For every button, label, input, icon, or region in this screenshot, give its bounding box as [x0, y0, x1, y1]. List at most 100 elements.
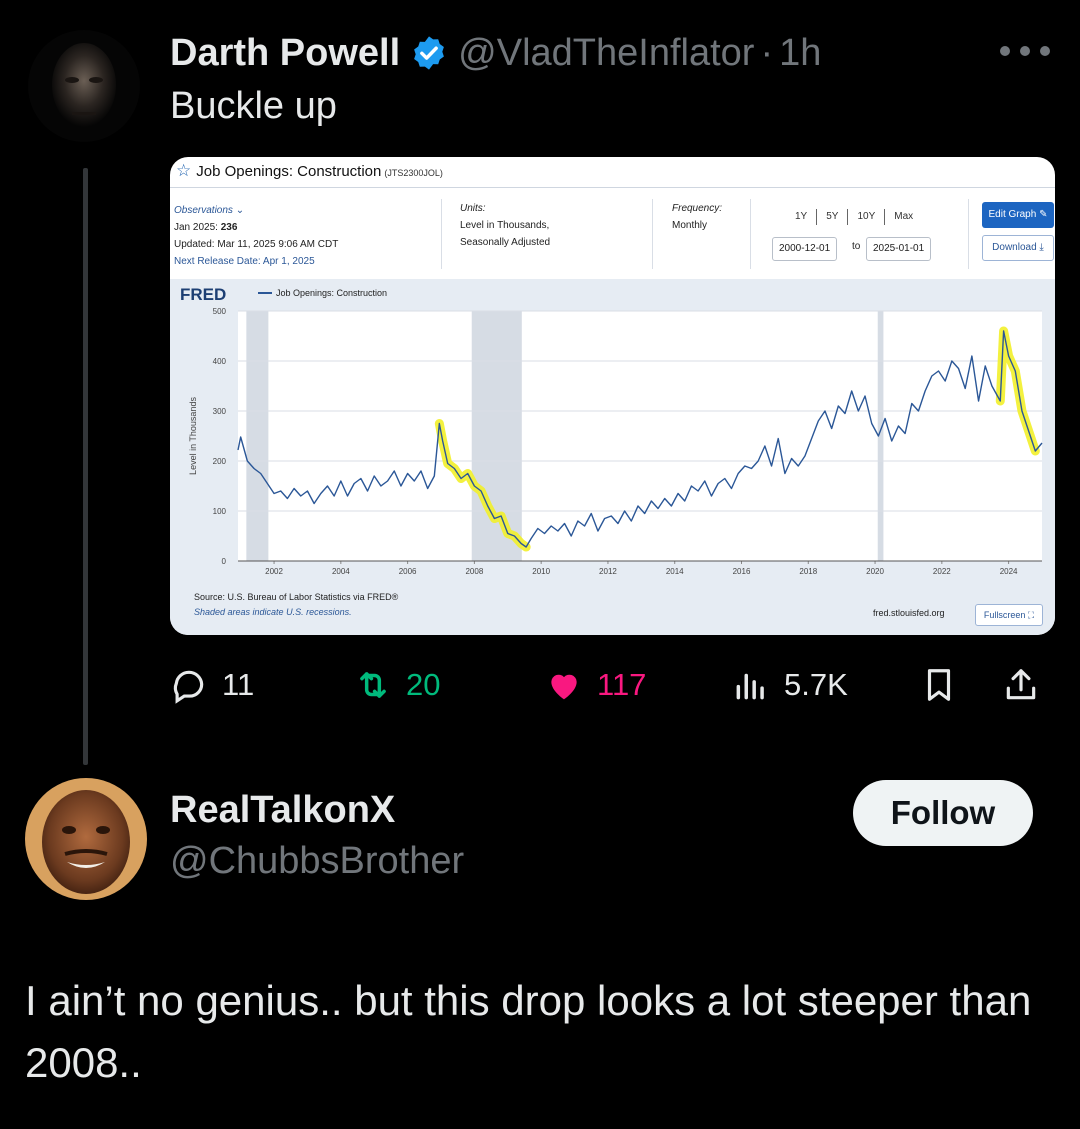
download-icon: ⤓ [1039, 242, 1044, 253]
tweet-text: Buckle up [170, 85, 337, 127]
x-tick-label: 2002 [265, 567, 283, 576]
tweet-header: Darth Powell @VladTheInflator · 1h [170, 28, 821, 78]
units-label: Units: [460, 203, 486, 214]
download-button[interactable]: Download ⤓ [982, 235, 1054, 261]
legend-swatch [258, 292, 272, 294]
x-tick-label: 2022 [933, 567, 951, 576]
fred-frequency: Frequency: Monthly [672, 200, 722, 234]
x-tick-label: 2004 [332, 567, 350, 576]
avatar-realtalkonx[interactable] [25, 778, 147, 900]
like-button[interactable]: 117 [545, 660, 646, 710]
y-tick-label: 0 [222, 557, 227, 566]
fred-series-code: (JTS2300JOL) [384, 168, 443, 178]
range-max[interactable]: Max [885, 209, 922, 225]
range-1y[interactable]: 1Y [786, 209, 818, 225]
updated-text: Updated: Mar 11, 2025 9:06 AM CDT [174, 239, 339, 250]
tweet-actions: 11 20 117 5.7K [170, 660, 1050, 710]
reply-author-name[interactable]: RealTalkonX [170, 789, 395, 832]
x-tick-label: 2010 [532, 567, 550, 576]
date-from-input[interactable]: 2000-12-01 [772, 237, 838, 261]
next-release: Next Release Date: Apr 1, 2025 [174, 256, 315, 267]
chevron-down-icon: ⌄ [232, 205, 245, 216]
range-10y[interactable]: 10Y [848, 209, 886, 225]
edit-graph-button[interactable]: Edit Graph ✎ [982, 202, 1054, 228]
meta-divider [441, 199, 442, 269]
reply-text: I ain’t no genius.. but this drop looks … [25, 977, 1032, 1086]
avatar-image [25, 778, 147, 900]
tweet-time[interactable]: 1h [779, 32, 821, 75]
x-tick-label: 2012 [599, 567, 617, 576]
follow-button[interactable]: Follow [853, 780, 1033, 846]
x-tick-label: 2014 [666, 567, 684, 576]
title-divider [170, 187, 1055, 188]
y-tick-label: 200 [213, 457, 227, 466]
line-chart: 0 100 200 300 400 500 2002 2004 2006 2008 2010 2012… [188, 307, 1043, 576]
thread-line [83, 168, 88, 765]
meta-divider [750, 199, 751, 269]
bookmark-button[interactable] [920, 660, 958, 710]
plot-area [238, 311, 1042, 561]
views-count: 5.7K [784, 667, 848, 702]
y-tick-label: 400 [213, 357, 227, 366]
fullscreen-button[interactable]: Fullscreen ⛶ [975, 604, 1043, 626]
edit-icon: ✎ [1039, 209, 1048, 220]
like-icon [551, 674, 577, 700]
views-icon [736, 673, 764, 700]
avatar-darth-powell[interactable] [28, 30, 140, 142]
obs-value: 236 [220, 222, 238, 233]
y-tick-label: 100 [213, 507, 227, 516]
meta-divider [652, 199, 653, 269]
fred-title: ☆ Job Openings: Construction (JTS2300JOL… [176, 161, 443, 181]
verified-badge-icon [414, 36, 445, 70]
share-icon [1006, 669, 1036, 700]
repost-count: 20 [406, 667, 441, 702]
recession-band [246, 311, 269, 561]
fred-title-text: Job Openings: Construction [196, 163, 382, 180]
fred-observations: Observations ⌄ Jan 2025: 236 Updated: Ma… [174, 202, 338, 270]
fred-site: fred.stlouisfed.org [873, 608, 945, 618]
share-button[interactable] [1002, 660, 1040, 710]
chart-source: Source: U.S. Bureau of Labor Statistics … [194, 590, 398, 620]
fullscreen-icon: ⛶ [1027, 610, 1035, 620]
author-handle[interactable]: @VladTheInflator [458, 32, 754, 75]
like-count: 117 [597, 667, 647, 702]
avatar-image [28, 30, 140, 142]
frequency-value: Monthly [672, 220, 708, 231]
y-axis-label: Level in Thousands [188, 397, 198, 475]
reply-author-handle[interactable]: @ChubbsBrother [170, 840, 464, 883]
more-icon[interactable] [1000, 38, 1050, 64]
fullscreen-label: Fullscreen [983, 610, 1026, 620]
fred-chart-image[interactable]: ☆ Job Openings: Construction (JTS2300JOL… [170, 157, 1055, 635]
views-button[interactable]: 5.7K [732, 660, 848, 710]
repost-button[interactable]: 20 [354, 660, 440, 710]
units-line1: Level in Thousands, [460, 220, 550, 231]
units-line2: Seasonally Adjusted [460, 237, 551, 248]
frequency-label: Frequency: [672, 203, 723, 214]
x-tick-label: 2020 [866, 567, 884, 576]
reply-count: 11 [222, 667, 255, 702]
bookmark-icon [927, 669, 951, 701]
meta-divider [968, 199, 969, 269]
separator-dot: · [760, 31, 774, 74]
reply-icon [173, 670, 204, 704]
y-tick-label: 300 [213, 407, 227, 416]
reply-button[interactable]: 11 [170, 660, 254, 710]
repost-icon [360, 672, 386, 698]
x-tick-label: 2006 [399, 567, 417, 576]
x-tick-label: 2008 [465, 567, 483, 576]
x-tick-label: 2024 [1000, 567, 1018, 576]
obs-date: Jan 2025: [174, 222, 218, 233]
edit-graph-label: Edit Graph [988, 209, 1037, 220]
range-buttons: 1Y 5Y 10Y Max [786, 209, 922, 225]
range-5y[interactable]: 5Y [817, 209, 849, 225]
fred-units: Units: Level in Thousands, Seasonally Ad… [460, 200, 550, 251]
source-text: Source: U.S. Bureau of Labor Statistics … [194, 592, 399, 602]
x-tick-label: 2018 [799, 567, 817, 576]
observations-label: Observations [174, 205, 233, 216]
star-icon: ☆ [176, 161, 192, 180]
download-label: Download [992, 242, 1037, 253]
date-to-input[interactable]: 2025-01-01 [866, 237, 932, 261]
y-tick-label: 500 [213, 307, 227, 316]
author-name[interactable]: Darth Powell [170, 32, 400, 75]
shaded-note: Shaded areas indicate U.S. recessions. [194, 607, 352, 617]
